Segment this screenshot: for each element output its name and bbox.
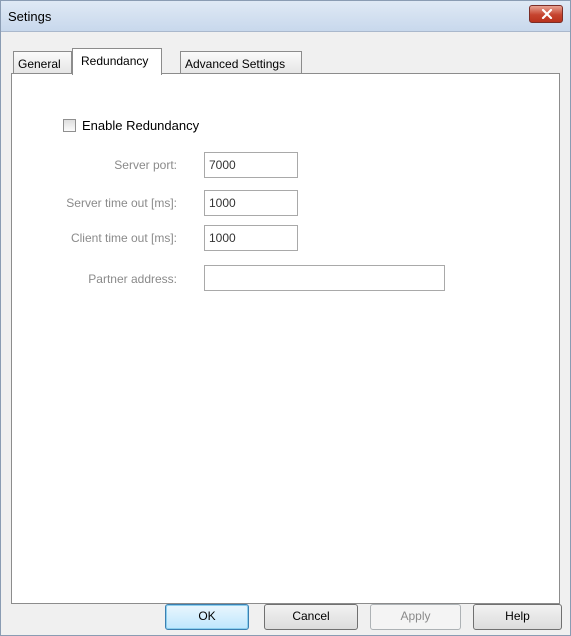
server-port-input[interactable]: 7000 [204, 152, 298, 178]
settings-dialog: Setings General Redundancy Advanced Sett… [0, 0, 571, 636]
enable-redundancy-label: Enable Redundancy [82, 118, 200, 133]
title-bar: Setings [1, 1, 570, 32]
apply-button[interactable]: Apply [370, 604, 461, 630]
close-icon [541, 9, 553, 19]
server-timeout-label: Server time out [ms]: [66, 196, 177, 210]
enable-redundancy-checkbox[interactable] [63, 119, 76, 132]
client-timeout-label: Client time out [ms]: [70, 231, 177, 245]
server-timeout-input[interactable]: 1000 [204, 190, 298, 216]
tab-redundancy[interactable]: Redundancy [72, 48, 162, 75]
window-title: Setings [8, 9, 52, 24]
tab-general[interactable]: General [13, 51, 72, 73]
cancel-button[interactable]: Cancel [264, 604, 358, 630]
help-button[interactable]: Help [473, 604, 562, 630]
redundancy-panel: Enable Redundancy Server port: 7000 Serv… [11, 73, 560, 604]
tab-advanced-settings[interactable]: Advanced Settings [180, 51, 302, 73]
ok-button[interactable]: OK [165, 604, 249, 630]
close-button[interactable] [529, 5, 563, 23]
partner-address-label: Partner address: [88, 272, 177, 286]
server-port-label: Server port: [114, 158, 177, 172]
partner-address-input[interactable] [204, 265, 445, 291]
client-timeout-input[interactable]: 1000 [204, 225, 298, 251]
